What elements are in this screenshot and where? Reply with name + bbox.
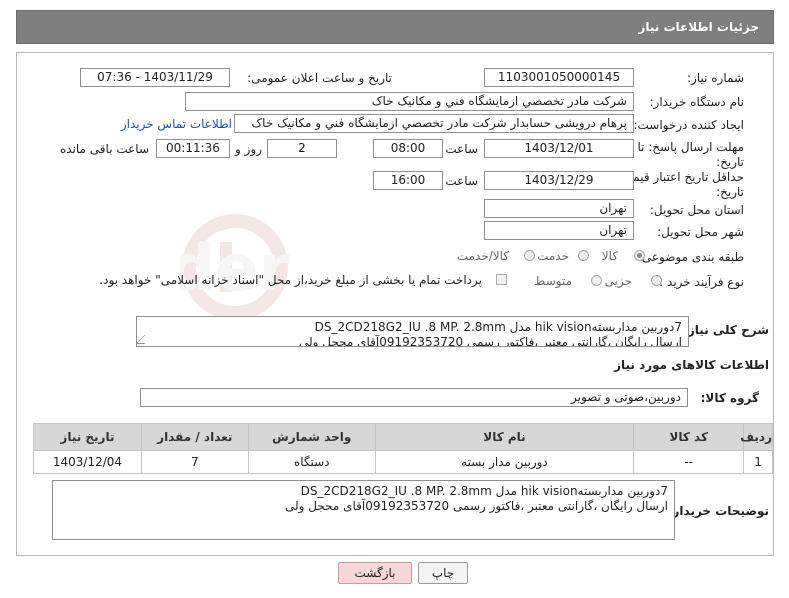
province-label: استان محل تحویل: [649,203,744,217]
need-number-label: شماره نیاز: [687,71,744,85]
page-header: جزئیات اطلاعات نیاز [16,10,774,44]
cell-unit: دستگاه [247,450,376,474]
deadline-label: مهلت ارسال پاسخ: تا [637,140,744,154]
svg-text:ParsTender: ParsTender [180,232,290,306]
process-radio-minor[interactable] [651,275,662,286]
category-option-goods-service: کالا/خدمت [456,249,509,263]
city-field: تهران [484,221,634,240]
buyer-notes-line2: ارسال رایگان ،گارانتی معتبر ،فاکتور رسمی… [284,499,668,513]
min-price-label-line2: تاریخ: [716,185,744,199]
treasury-payment-note: پرداخت تمام یا بخشی از مبلغ خرید،از محل … [99,273,482,287]
goods-group-field: دوربین،صوتی و تصویر [140,388,688,407]
goods-info-title: اطلاعات کالاهای مورد نیاز [614,358,769,372]
category-radio-service[interactable] [578,250,589,261]
general-desc-textarea[interactable]: 7دوربین مداربستهhik vision مدل DS_2CD218… [136,316,689,347]
cell-quantity: 7 [140,450,249,474]
process-type-label: نوع فرآیند خرید : [659,275,744,289]
min-price-hour-label: ساعت [445,174,478,188]
col-header-row-number: ردیف [740,423,773,451]
remaining-time-field: 00:11:36 [156,139,230,158]
print-button[interactable]: چاپ [418,562,468,584]
remaining-time-label: ساعت باقی مانده [59,142,149,156]
buyer-org-field: شرکت مادر تخصصي ازمايشگاه فني و مکانيک خ… [185,92,634,111]
process-radio-medium[interactable] [591,275,602,286]
cell-row-number: 1 [743,450,773,474]
process-option-medium: متوسط [534,274,572,288]
cell-need-date: 1403/12/04 [33,450,142,474]
province-field: تهران [484,199,634,218]
col-header-quantity: تعداد / مقدار [140,423,249,451]
creator-label: ایجاد کننده درخواست: [633,118,744,132]
min-price-date-field: 1403/12/29 [484,171,634,190]
buyer-notes-line1: 7دوربین مداربستهhik vision مدل DS_2CD218… [300,484,668,498]
category-radio-goods[interactable] [634,250,645,261]
col-header-need-date: تاریخ نیاز [33,423,142,451]
col-header-goods-name: نام کالا [374,423,635,451]
col-header-unit: واحد شمارش [247,423,376,451]
category-option-service: خدمت [537,249,569,263]
city-label: شهر محل تحویل: [657,225,744,239]
category-label: طبقه بندی موضوعی: [637,250,744,264]
need-number-field: 1103001050000145 [484,68,634,87]
deadline-hour-label: ساعت [445,142,478,156]
days-label: روز و [235,142,262,156]
creator-field: پرهام درویشی حسابدار شرکت مادر تخصصي ازم… [234,114,634,133]
table-header-row: ردیف کد کالا نام کالا واحد شمارش تعداد /… [33,423,773,451]
buyer-notes-textarea[interactable]: 7دوربین مداربستهhik vision مدل DS_2CD218… [52,480,675,540]
deadline-time-field: 08:00 [373,139,443,158]
deadline-label-line2: تاریخ: [716,155,744,169]
watermark-logo-icon: ParsTender [180,214,290,320]
buyer-org-label: نام دستگاه خریدار: [649,95,745,109]
general-desc-line1: 7دوربین مداربستهhik vision مدل DS_2CD218… [314,320,682,334]
cell-goods-name: دوربین مدار بسته [374,450,635,474]
goods-group-label: گروه کالا: [700,391,759,405]
deadline-date-field: 1403/12/01 [484,139,634,158]
category-radio-goods-service[interactable] [524,250,535,261]
col-header-goods-code: کد کالا [633,423,745,451]
announce-date-field: 1403/11/29 - 07:36 [80,68,230,87]
process-option-minor: جزیی [604,274,632,288]
general-desc-line2: ارسال رایگان ،گارانتی معتبر ،فاکتور رسمی… [298,335,682,347]
buyer-notes-label: توضیحات خریدار: [667,504,769,518]
category-option-goods: کالا [601,249,618,263]
announce-date-label: تاریخ و ساعت اعلان عمومی: [247,71,392,85]
treasury-payment-checkbox[interactable] [496,274,507,285]
back-button[interactable]: بازگشت [338,562,412,584]
days-remaining-field: 2 [267,139,337,158]
goods-table: ردیف کد کالا نام کالا واحد شمارش تعداد /… [33,423,773,474]
min-price-time-field: 16:00 [373,171,443,190]
general-desc-label: شرح کلی نیاز: [683,323,769,337]
cell-goods-code: -- [633,450,745,474]
table-row: 1 -- دوربین مدار بسته دستگاه 7 1403/12/0… [33,450,773,474]
buyer-contact-link[interactable]: اطلاعات تماس خریدار [121,117,232,131]
page-title: جزئیات اطلاعات نیاز [638,20,759,34]
